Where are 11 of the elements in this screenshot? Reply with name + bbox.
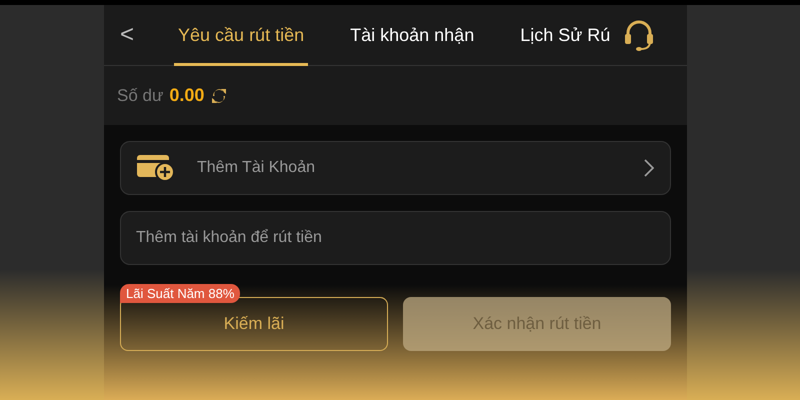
interest-badge: Lãi Suất Năm 88% (120, 284, 240, 303)
balance-amount: 0.00 (169, 85, 204, 106)
refresh-icon[interactable] (210, 86, 228, 104)
tab[interactable]: Lịch Sử Rú (516, 4, 614, 66)
chevron-right-icon (644, 159, 654, 177)
back-button[interactable]: < (120, 21, 134, 49)
add-account-row[interactable]: Thêm Tài Khoản (120, 141, 671, 195)
account-input-field[interactable]: Thêm tài khoản để rút tiền (120, 211, 671, 265)
balance-label: Số dư (117, 86, 164, 106)
tab[interactable]: Tài khoản nhận (346, 4, 478, 66)
card-add-icon (137, 155, 175, 181)
